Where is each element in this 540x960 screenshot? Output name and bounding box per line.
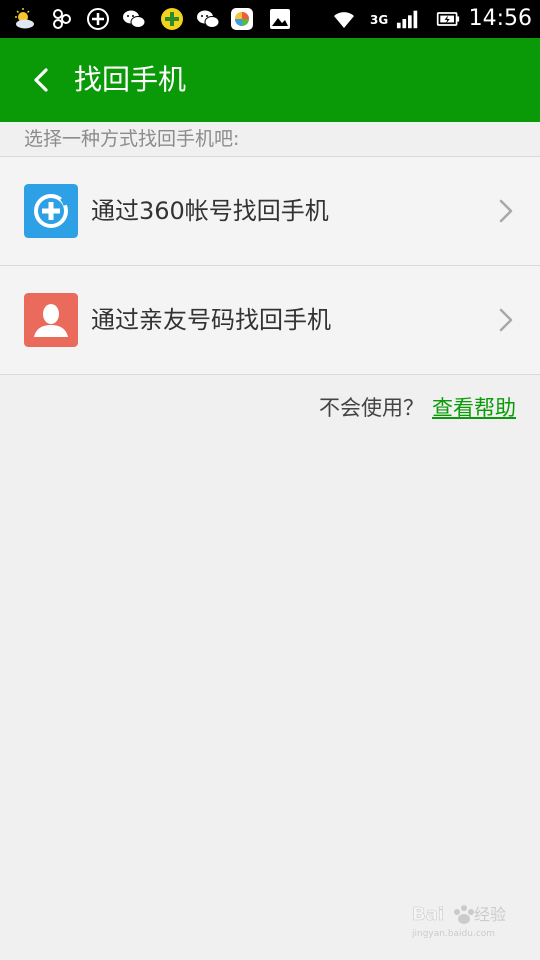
- contact-person-icon: [24, 293, 78, 347]
- option-label: 通过360帐号找回手机: [91, 197, 329, 225]
- view-help-link[interactable]: 查看帮助: [432, 396, 516, 420]
- app-header: 找回手机: [0, 38, 540, 122]
- app-store-icon: [230, 7, 254, 31]
- svg-text:经验: 经验: [474, 905, 506, 924]
- wechat-icon: [196, 7, 220, 31]
- gallery-icon: [268, 7, 292, 31]
- find-by-360-account-option[interactable]: 通过360帐号找回手机: [0, 157, 540, 265]
- status-time: 14:56: [468, 6, 532, 31]
- 360-shield-icon: [24, 184, 78, 238]
- wifi-icon: [332, 7, 356, 31]
- section-hint: 选择一种方式找回手机吧:: [24, 128, 240, 150]
- chevron-right-icon: [498, 198, 514, 224]
- wechat-icon: [122, 7, 146, 31]
- help-line: 不会使用？ 查看帮助: [319, 392, 516, 424]
- svg-text:Bai: Bai: [412, 904, 444, 925]
- svg-text:jingyan.baidu.com: jingyan.baidu.com: [412, 929, 495, 939]
- help-prompt: 不会使用？: [319, 396, 424, 420]
- network-type: 3G: [370, 13, 389, 27]
- find-by-contact-number-option[interactable]: 通过亲友号码找回手机: [0, 266, 540, 374]
- divider: [0, 374, 540, 375]
- chevron-right-icon: [498, 307, 514, 333]
- weather-icon: [12, 7, 36, 31]
- chevron-left-icon: [34, 68, 48, 92]
- plus-circle-icon: [86, 7, 110, 31]
- back-button[interactable]: [22, 60, 62, 100]
- baidu-jingyan-watermark: Bai 经验 jingyan.baidu.com: [412, 898, 512, 942]
- status-bar: 3G 14:56: [0, 0, 540, 38]
- game-icon: [160, 7, 184, 31]
- signal-icon: [396, 7, 422, 31]
- battery-icon: [436, 7, 464, 31]
- page-title: 找回手机: [74, 63, 187, 96]
- cluster-icon: [50, 7, 74, 31]
- option-label: 通过亲友号码找回手机: [91, 306, 331, 334]
